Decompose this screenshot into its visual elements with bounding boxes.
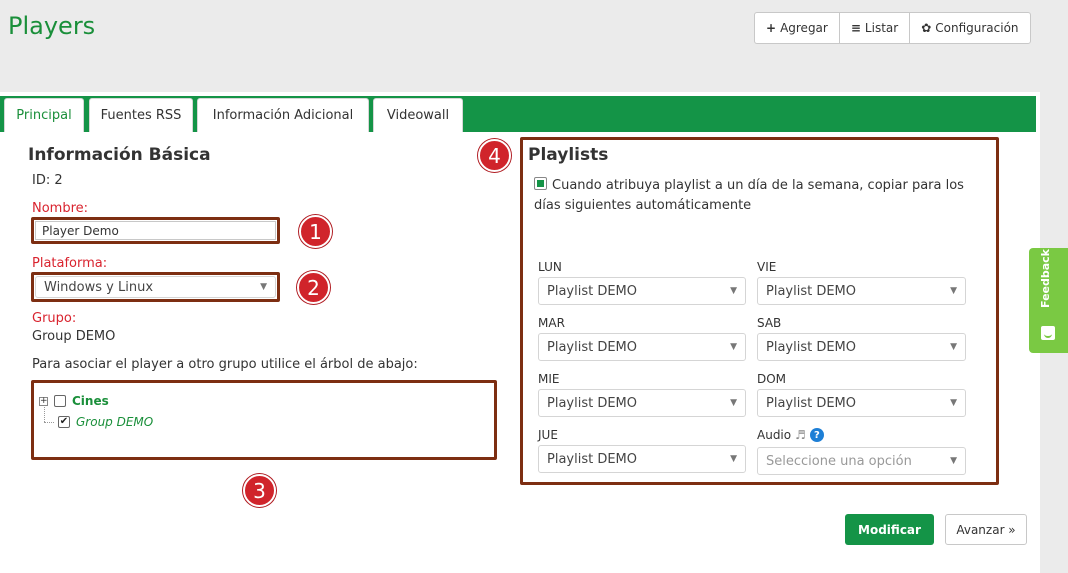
copy-days-text-2: días siguientes automáticamente bbox=[534, 198, 752, 213]
audio-label-row: Audio ♬ ? bbox=[757, 428, 824, 442]
playlists-title: Playlists bbox=[528, 145, 609, 165]
day-label-mie: MIE bbox=[538, 372, 560, 386]
audio-select-placeholder: Seleccione una opción bbox=[766, 453, 912, 469]
tree-connector-h bbox=[44, 422, 54, 423]
playlist-select-jue[interactable]: Playlist DEMO ▼ bbox=[538, 445, 746, 473]
playlist-select-value: Playlist DEMO bbox=[547, 451, 638, 467]
annotation-badge-1: 1 bbox=[299, 215, 332, 248]
audio-label: Audio bbox=[757, 428, 792, 442]
annotation-badge-2: 2 bbox=[297, 271, 330, 304]
modify-button[interactable]: Modificar bbox=[845, 514, 934, 545]
settings-button-label: Configuración bbox=[935, 21, 1019, 35]
caret-down-icon: ▼ bbox=[730, 454, 737, 464]
page-title: Players bbox=[8, 12, 96, 40]
playlist-select-value: Playlist DEMO bbox=[547, 395, 638, 411]
tab-informacion-adicional[interactable]: Información Adicional bbox=[197, 98, 369, 132]
plus-icon: + bbox=[766, 21, 777, 35]
playlist-select-value: Playlist DEMO bbox=[766, 339, 857, 355]
playlist-select-mar[interactable]: Playlist DEMO ▼ bbox=[538, 333, 746, 361]
caret-down-icon: ▼ bbox=[730, 342, 737, 352]
platform-select[interactable]: Windows y Linux ▼ bbox=[35, 276, 276, 298]
playlist-select-value: Playlist DEMO bbox=[766, 283, 857, 299]
checked-mark bbox=[537, 180, 544, 187]
day-label-vie: VIE bbox=[757, 260, 777, 274]
annotation-badge-4: 4 bbox=[478, 139, 511, 172]
basic-info-title: Información Básica bbox=[28, 145, 211, 165]
smiley-icon bbox=[1041, 326, 1055, 340]
expand-icon[interactable]: + bbox=[39, 396, 48, 406]
playlist-select-value: Playlist DEMO bbox=[547, 339, 638, 355]
group-label: Grupo: bbox=[32, 311, 77, 326]
group-demo-checkbox[interactable]: ✔ bbox=[58, 416, 70, 428]
playlist-select-value: Playlist DEMO bbox=[547, 283, 638, 299]
tree-node-group-demo[interactable]: ✔ Group DEMO bbox=[58, 415, 153, 429]
copy-days-text-1: Cuando atribuya playlist a un día de la … bbox=[552, 178, 964, 193]
tree-node-label[interactable]: Group DEMO bbox=[76, 415, 153, 429]
playlist-select-value: Playlist DEMO bbox=[766, 395, 857, 411]
playlist-select-vie[interactable]: Playlist DEMO ▼ bbox=[757, 277, 966, 305]
add-button[interactable]: + Agregar bbox=[755, 13, 840, 43]
day-label-sab: SAB bbox=[757, 316, 782, 330]
platform-select-value: Windows y Linux bbox=[44, 279, 154, 295]
add-button-label: Agregar bbox=[780, 21, 828, 35]
group-value: Group DEMO bbox=[32, 329, 116, 344]
name-input[interactable]: Player Demo bbox=[35, 221, 276, 240]
day-label-mar: MAR bbox=[538, 316, 565, 330]
help-icon[interactable]: ? bbox=[809, 428, 824, 442]
playlist-select-dom[interactable]: Playlist DEMO ▼ bbox=[757, 389, 966, 417]
annotation-badge-3: 3 bbox=[243, 474, 276, 507]
caret-down-icon: ▼ bbox=[730, 398, 737, 408]
list-icon: ≡ bbox=[850, 21, 861, 35]
caret-down-icon: ▼ bbox=[730, 286, 737, 296]
playlist-select-lun[interactable]: Playlist DEMO ▼ bbox=[538, 277, 746, 305]
audio-select[interactable]: Seleccione una opción ▼ bbox=[757, 447, 966, 475]
tree-node-cines[interactable]: + Cines bbox=[39, 394, 109, 408]
feedback-label: Feedback bbox=[1039, 249, 1052, 308]
platform-label: Plataforma: bbox=[32, 256, 108, 271]
list-button[interactable]: ≡ Listar bbox=[840, 13, 911, 43]
gear-icon: ✿ bbox=[921, 21, 932, 35]
page-header: Players + Agregar ≡ Listar ✿ Configuraci… bbox=[0, 0, 1068, 92]
cines-checkbox[interactable] bbox=[54, 395, 66, 407]
day-label-lun: LUN bbox=[538, 260, 562, 274]
settings-button[interactable]: ✿ Configuración bbox=[910, 13, 1029, 43]
player-id: ID: 2 bbox=[32, 173, 63, 188]
tab-fuentes-rss[interactable]: Fuentes RSS bbox=[89, 98, 193, 132]
name-label: Nombre: bbox=[32, 201, 89, 216]
caret-down-icon: ▼ bbox=[950, 286, 957, 296]
tab-principal[interactable]: Principal bbox=[4, 98, 84, 132]
tab-videowall[interactable]: Videowall bbox=[373, 98, 463, 132]
music-note-icon: ♬ bbox=[795, 428, 806, 442]
caret-down-icon: ▼ bbox=[950, 456, 957, 466]
list-button-label: Listar bbox=[864, 21, 899, 35]
playlist-select-mie[interactable]: Playlist DEMO ▼ bbox=[538, 389, 746, 417]
day-label-dom: DOM bbox=[757, 372, 787, 386]
feedback-tab[interactable]: Feedback bbox=[1029, 248, 1068, 353]
advance-button[interactable]: Avanzar » bbox=[945, 514, 1027, 545]
copy-days-checkbox[interactable] bbox=[534, 177, 547, 190]
caret-down-icon: ▼ bbox=[950, 398, 957, 408]
tree-hint: Para asociar el player a otro grupo util… bbox=[32, 357, 418, 372]
tree-node-label[interactable]: Cines bbox=[72, 394, 109, 408]
caret-down-icon: ▼ bbox=[260, 282, 267, 292]
tab-bar: Principal Fuentes RSS Información Adicio… bbox=[0, 96, 1036, 132]
day-label-jue: JUE bbox=[538, 428, 558, 442]
playlist-select-sab[interactable]: Playlist DEMO ▼ bbox=[757, 333, 966, 361]
caret-down-icon: ▼ bbox=[950, 342, 957, 352]
header-toolbar: + Agregar ≡ Listar ✿ Configuración bbox=[754, 12, 1031, 44]
